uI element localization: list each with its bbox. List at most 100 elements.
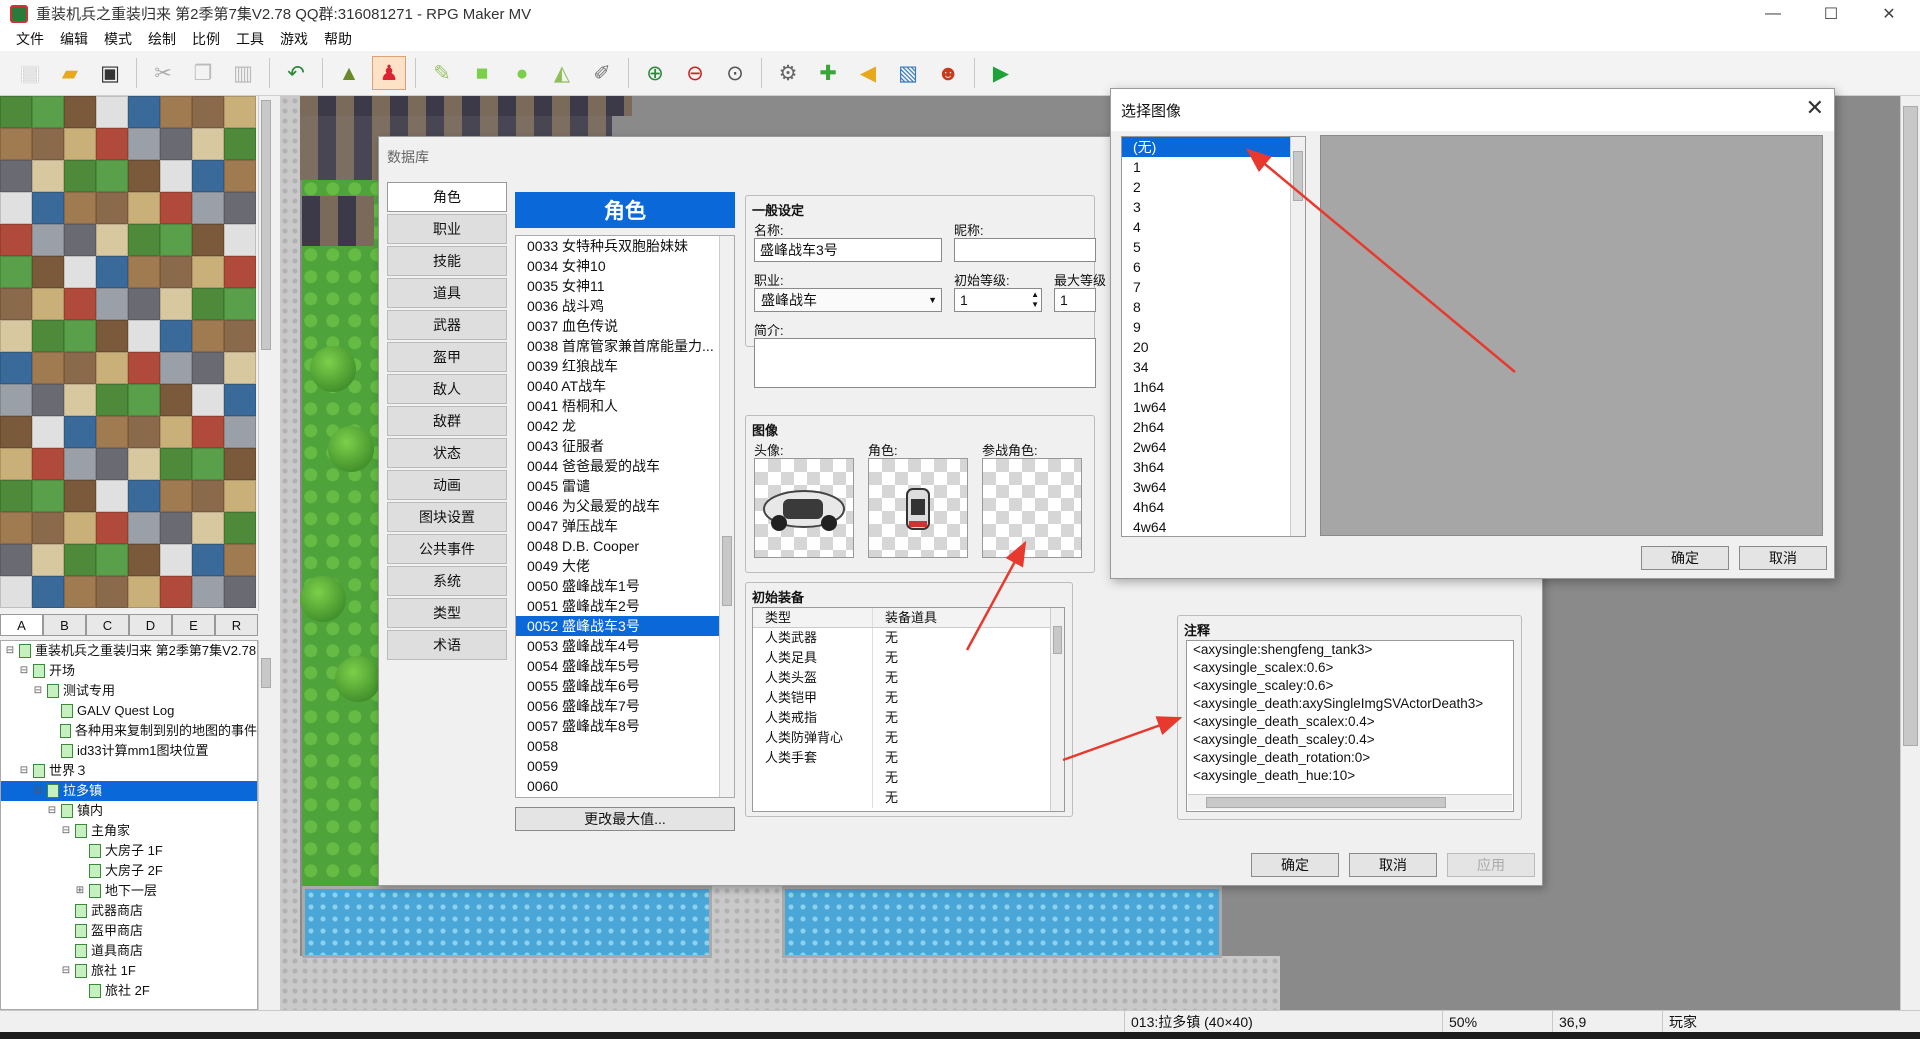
- database-ok-button[interactable]: 确定: [1251, 853, 1339, 877]
- actor-list-item[interactable]: 0048 D.B. Cooper: [516, 536, 734, 556]
- tileset-tab-b[interactable]: B: [43, 614, 86, 636]
- tile-cell[interactable]: [128, 448, 160, 480]
- tile-cell[interactable]: [32, 320, 64, 352]
- tile-cell[interactable]: [0, 448, 32, 480]
- tile-cell[interactable]: [0, 384, 32, 416]
- tile-cell[interactable]: [96, 192, 128, 224]
- map-tree-item[interactable]: 盔甲商店: [1, 921, 257, 941]
- copy-icon[interactable]: ❐: [186, 56, 220, 90]
- tile-cell[interactable]: [160, 256, 192, 288]
- tile-cell[interactable]: [64, 480, 96, 512]
- image-file-item[interactable]: 4w64: [1122, 517, 1305, 536]
- tile-cell[interactable]: [224, 480, 256, 512]
- image-file-item[interactable]: 8: [1122, 297, 1305, 317]
- image-file-item[interactable]: 6: [1122, 257, 1305, 277]
- tile-cell[interactable]: [160, 192, 192, 224]
- rectangle-icon[interactable]: ■: [465, 56, 499, 90]
- save-icon[interactable]: ▣: [93, 56, 127, 90]
- image-file-item[interactable]: 7: [1122, 277, 1305, 297]
- name-field[interactable]: 盛峰战车3号: [754, 238, 942, 262]
- tile-cell[interactable]: [128, 480, 160, 512]
- tile-cell[interactable]: [160, 416, 192, 448]
- menu-item-2[interactable]: 模式: [96, 29, 140, 49]
- actor-list-item[interactable]: 0058: [516, 736, 734, 756]
- select-image-cancel-button[interactable]: 取消: [1739, 546, 1827, 570]
- tile-cell[interactable]: [32, 288, 64, 320]
- tile-cell[interactable]: [0, 288, 32, 320]
- tile-cell[interactable]: [64, 192, 96, 224]
- tile-cell[interactable]: [192, 160, 224, 192]
- tile-cell[interactable]: [96, 320, 128, 352]
- tile-cell[interactable]: [160, 224, 192, 256]
- tile-cell[interactable]: [224, 256, 256, 288]
- map-tree-item[interactable]: GALV Quest Log: [1, 701, 257, 721]
- tile-cell[interactable]: [192, 512, 224, 544]
- actor-list-item[interactable]: 0033 女特种兵双胞胎妹妹: [516, 236, 734, 256]
- tile-cell[interactable]: [192, 544, 224, 576]
- close-window-button[interactable]: ✕: [1860, 0, 1918, 27]
- plugin-icon[interactable]: ✚: [811, 56, 845, 90]
- actor-list-item[interactable]: 0042 龙: [516, 416, 734, 436]
- change-max-button[interactable]: 更改最大值...: [515, 807, 735, 831]
- tile-cell[interactable]: [224, 160, 256, 192]
- category-tab[interactable]: 武器: [387, 310, 507, 340]
- tile-cell[interactable]: [32, 224, 64, 256]
- map-tree-item[interactable]: ⊟ 世界３: [1, 761, 257, 781]
- actor-list-item[interactable]: 0056 盛峰战车7号: [516, 696, 734, 716]
- sound-icon[interactable]: ◀: [851, 56, 885, 90]
- tile-cell[interactable]: [192, 480, 224, 512]
- tile-cell[interactable]: [0, 480, 32, 512]
- actor-list-item[interactable]: 0035 女神11: [516, 276, 734, 296]
- actor-list-item[interactable]: 0054 盛峰战车5号: [516, 656, 734, 676]
- actor-list-item[interactable]: 0059: [516, 756, 734, 776]
- actor-list-item[interactable]: 0050 盛峰战车1号: [516, 576, 734, 596]
- image-file-item[interactable]: 1h64: [1122, 377, 1305, 397]
- category-tab[interactable]: 敌群: [387, 406, 507, 436]
- actor-list-item[interactable]: 0052 盛峰战车3号: [516, 616, 734, 636]
- tile-cell[interactable]: [160, 320, 192, 352]
- map-tree-item[interactable]: 大房子 2F: [1, 861, 257, 881]
- actor-list-item[interactable]: 0046 为父最爱的战车: [516, 496, 734, 516]
- menu-item-4[interactable]: 比例: [184, 29, 228, 49]
- tile-cell[interactable]: [96, 448, 128, 480]
- tile-cell[interactable]: [160, 288, 192, 320]
- map-tree-item[interactable]: ⊟ 镇内: [1, 801, 257, 821]
- tile-cell[interactable]: [224, 224, 256, 256]
- tile-cell[interactable]: [160, 384, 192, 416]
- actor-list-item[interactable]: 0041 梧桐和人: [516, 396, 734, 416]
- map-tree-scrollbar[interactable]: [258, 640, 273, 1010]
- tile-cell[interactable]: [128, 416, 160, 448]
- tile-cell[interactable]: [160, 96, 192, 128]
- tileset-palette[interactable]: [0, 96, 258, 611]
- tile-cell[interactable]: [192, 256, 224, 288]
- tile-cell[interactable]: [32, 512, 64, 544]
- tile-cell[interactable]: [64, 544, 96, 576]
- map-tree-item[interactable]: ⊟ 主角家: [1, 821, 257, 841]
- tile-cell[interactable]: [192, 576, 224, 608]
- tile-cell[interactable]: [128, 384, 160, 416]
- actor-list-item[interactable]: 0038 首席管家兼首席能量力...: [516, 336, 734, 356]
- event-layer-icon[interactable]: ♟: [372, 56, 406, 90]
- tile-cell[interactable]: [192, 448, 224, 480]
- battler-image-slot[interactable]: [982, 458, 1082, 558]
- fill-icon[interactable]: ◭: [545, 56, 579, 90]
- tile-cell[interactable]: [0, 160, 32, 192]
- category-tab[interactable]: 道具: [387, 278, 507, 308]
- equipment-row[interactable]: 人类防弹背心无: [753, 728, 1064, 748]
- tile-cell[interactable]: [96, 480, 128, 512]
- tileset-tab-c[interactable]: C: [86, 614, 129, 636]
- menu-item-5[interactable]: 工具: [228, 29, 272, 49]
- maximize-button[interactable]: ☐: [1802, 0, 1860, 27]
- tile-cell[interactable]: [192, 352, 224, 384]
- image-file-list[interactable]: (无) 1 2 3 4 5 6 7 8 9 20 34 1h64 1w64 2h64 2w64 3h64 3w64…: [1121, 136, 1306, 537]
- tile-cell[interactable]: [224, 96, 256, 128]
- actor-list-item[interactable]: 0053 盛峰战车4号: [516, 636, 734, 656]
- menu-item-1[interactable]: 编辑: [52, 29, 96, 49]
- tile-cell[interactable]: [224, 576, 256, 608]
- zoom-in-icon[interactable]: ⊕: [638, 56, 672, 90]
- map-tree-item[interactable]: ⊟ 测试专用: [1, 681, 257, 701]
- tile-cell[interactable]: [64, 448, 96, 480]
- image-file-item[interactable]: 1: [1122, 157, 1305, 177]
- tile-cell[interactable]: [160, 128, 192, 160]
- tile-cell[interactable]: [96, 352, 128, 384]
